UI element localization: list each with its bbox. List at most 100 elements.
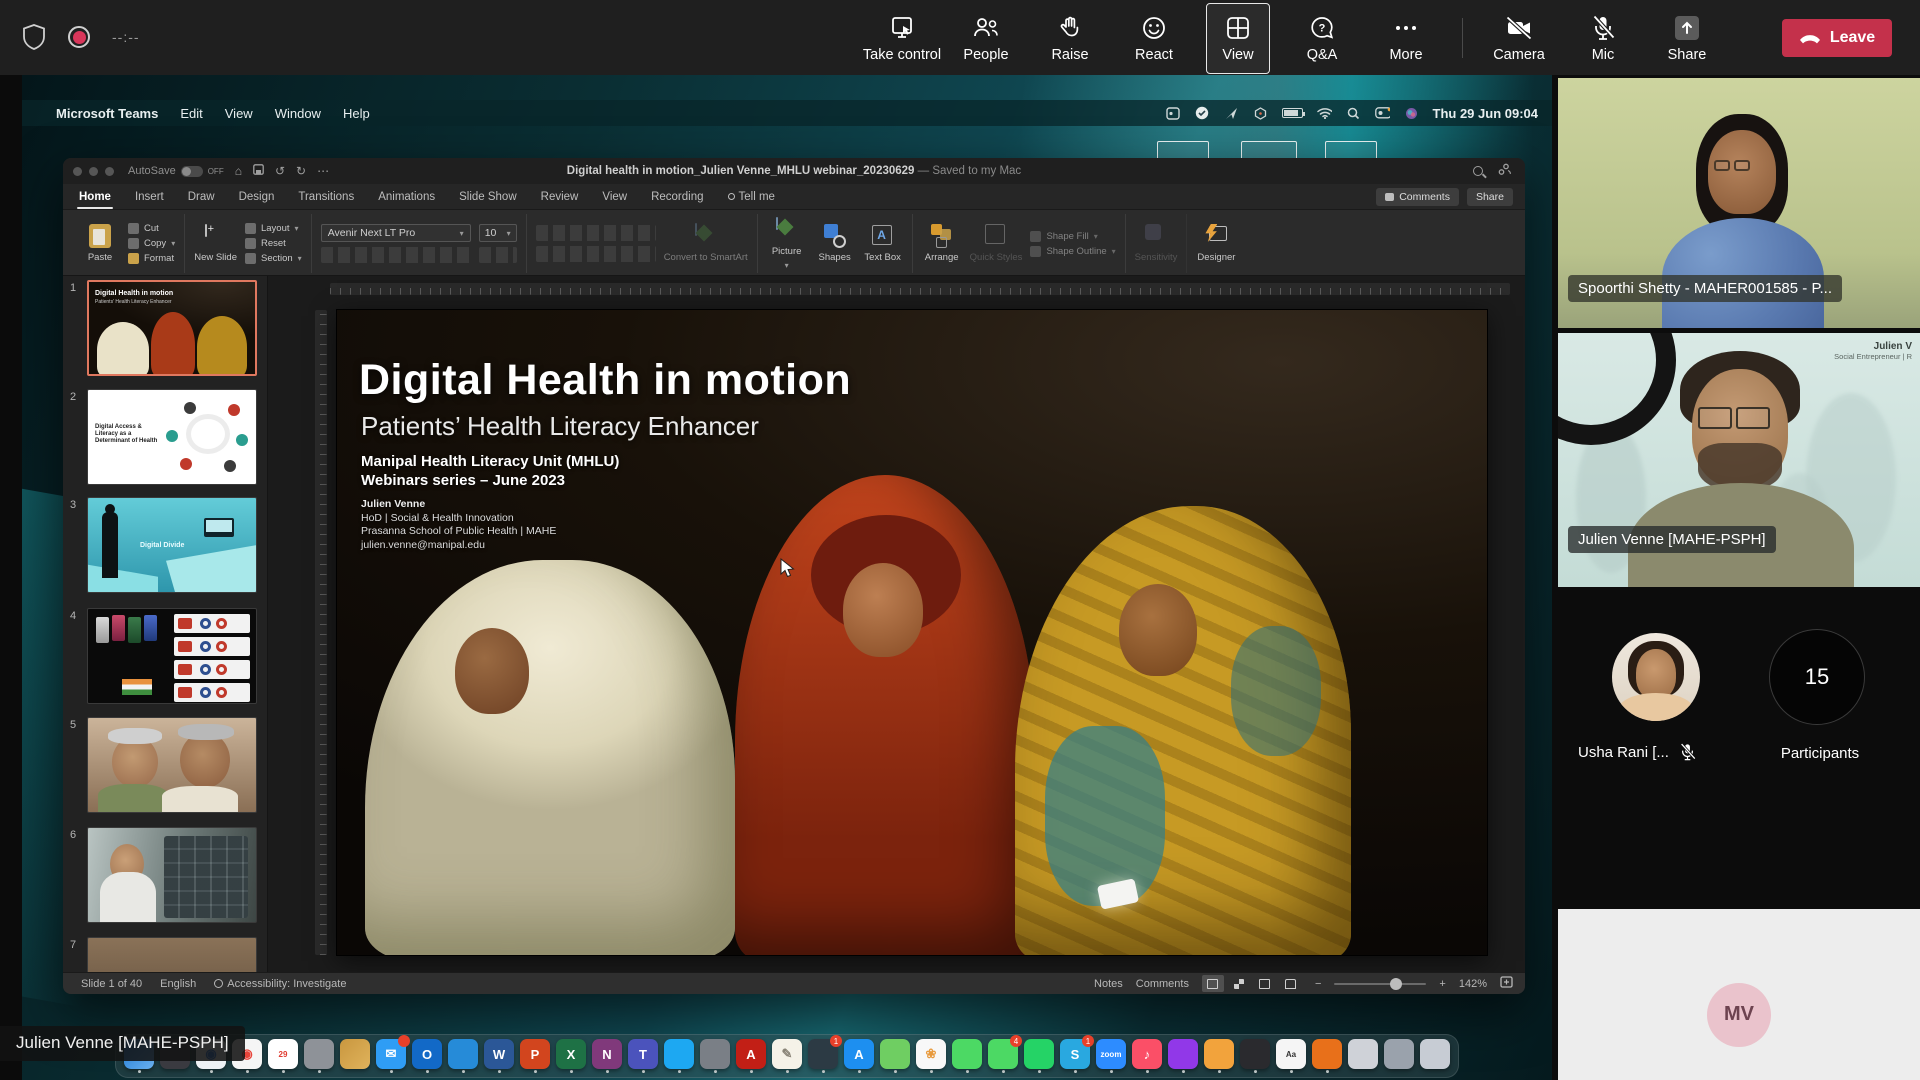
tab-design[interactable]: Design [237, 187, 277, 207]
picture-button[interactable]: Picture▾ [767, 218, 807, 270]
photos-icon[interactable]: ❀ [916, 1039, 946, 1069]
acrobat-icon[interactable]: A [736, 1039, 766, 1069]
slide-thumbnail-6[interactable] [87, 827, 257, 923]
titlebar-more-icon[interactable]: ⋯ [317, 164, 329, 178]
tab-transitions[interactable]: Transitions [296, 187, 356, 207]
slide-counter[interactable]: Slide 1 of 40 [81, 978, 142, 990]
zoom-in-button[interactable]: + [1439, 978, 1445, 990]
shape-fill-button[interactable]: Shape Fill▾ [1030, 231, 1115, 242]
folder-icon[interactable] [340, 1039, 370, 1069]
zoom-slider[interactable] [1334, 983, 1426, 985]
titlebar-share-icon[interactable] [1497, 163, 1511, 179]
clock-icon[interactable] [304, 1039, 334, 1069]
window-traffic-lights[interactable] [73, 167, 114, 176]
slide-canvas[interactable]: Digital Health in motion Patients’ Healt… [337, 310, 1487, 955]
text-box-button[interactable]: AText Box [863, 225, 903, 263]
accessibility-status[interactable]: Accessibility: Investigate [214, 978, 346, 990]
redo-icon[interactable]: ↻ [296, 164, 306, 178]
avatar-usha[interactable] [1612, 633, 1700, 721]
convert-smartart-button[interactable]: Convert to SmartArt [664, 224, 748, 263]
menu-help[interactable]: Help [343, 106, 370, 121]
video-tile-julien[interactable]: Julien V Social Entrepreneur | R Julien … [1558, 333, 1920, 587]
siri-icon[interactable] [1404, 107, 1419, 120]
app-menu[interactable]: Microsoft Teams [56, 106, 158, 121]
menu-window[interactable]: Window [275, 106, 321, 121]
zoom-icon[interactable]: zoom [1096, 1039, 1126, 1069]
slideshow-button[interactable] [1280, 975, 1302, 992]
firefox-icon[interactable] [1312, 1039, 1342, 1069]
comments-button[interactable]: Comments [1376, 188, 1459, 206]
fonts-icon[interactable]: Aa [1276, 1039, 1306, 1069]
menu-view[interactable]: View [225, 106, 253, 121]
take-control-button[interactable]: Take control [860, 3, 944, 74]
tab-animations[interactable]: Animations [376, 187, 437, 207]
normal-view-button[interactable] [1202, 975, 1224, 992]
excel-icon[interactable]: X [556, 1039, 586, 1069]
font-size-select[interactable]: 10▾ [479, 224, 517, 242]
tab-view[interactable]: View [600, 187, 629, 207]
view-button[interactable]: View [1206, 3, 1270, 74]
music-icon[interactable]: ♪ [1132, 1039, 1162, 1069]
shape-outline-button[interactable]: Shape Outline▾ [1030, 246, 1115, 257]
tab-recording[interactable]: Recording [649, 187, 705, 207]
shapes-button[interactable]: Shapes [815, 224, 855, 263]
box-status-icon[interactable] [1253, 107, 1268, 120]
whatsapp-icon[interactable] [1024, 1039, 1054, 1069]
design-app-icon[interactable] [1204, 1039, 1234, 1069]
keynote-icon[interactable] [664, 1039, 694, 1069]
camera-button[interactable]: Camera [1477, 3, 1561, 74]
participant-count-circle[interactable]: 15 [1769, 629, 1865, 725]
location-status-icon[interactable] [1224, 107, 1239, 120]
people-button[interactable]: People [944, 3, 1028, 74]
fit-slide-button[interactable] [1500, 976, 1513, 991]
mic-button[interactable]: Mic [1561, 3, 1645, 74]
undo-icon[interactable]: ↺ [275, 164, 285, 178]
leave-button[interactable]: Leave [1782, 19, 1892, 57]
podcasts-icon[interactable] [1168, 1039, 1198, 1069]
paste-button[interactable]: Paste [80, 224, 120, 263]
tab-insert[interactable]: Insert [133, 187, 166, 207]
settings-icon[interactable]: 1 [808, 1039, 838, 1069]
video-tile-mv[interactable]: MV [1558, 909, 1920, 1080]
home-icon[interactable]: ⌂ [235, 164, 242, 178]
tab-home[interactable]: Home [77, 187, 113, 207]
zoom-out-button[interactable]: − [1315, 978, 1321, 990]
slide-thumbnail-4[interactable] [87, 608, 257, 704]
slide-thumbnail-3[interactable]: Digital Divide [87, 497, 257, 593]
layout-button[interactable]: Layout▾ [245, 223, 302, 234]
appstore-icon[interactable]: A [844, 1039, 874, 1069]
slide-thumbnail-2[interactable]: Digital Access & Literacy as a Determina… [87, 389, 257, 485]
wifi-icon[interactable] [1317, 107, 1332, 120]
tab-draw[interactable]: Draw [186, 187, 217, 207]
word-icon[interactable]: W [484, 1039, 514, 1069]
save-icon[interactable] [253, 164, 264, 178]
quick-styles-button[interactable]: Quick Styles [970, 224, 1023, 263]
skype-icon[interactable]: S1 [1060, 1039, 1090, 1069]
format-painter-button[interactable]: Format [128, 253, 175, 264]
teams-icon[interactable]: T [628, 1039, 658, 1069]
sensitivity-button[interactable]: Sensitivity [1135, 224, 1178, 263]
zoom-percent[interactable]: 142% [1459, 978, 1487, 990]
onenote-icon[interactable]: N [592, 1039, 622, 1069]
video-tile-spoorthi[interactable]: Spoorthi Shetty - MAHER001585 - P... [1558, 78, 1920, 328]
maps-icon[interactable] [880, 1039, 910, 1069]
app-status-icon[interactable] [1166, 107, 1181, 120]
status-comments-button[interactable]: Comments [1136, 978, 1189, 990]
trello-icon[interactable] [448, 1039, 478, 1069]
copy-button[interactable]: Copy▾ [128, 238, 175, 249]
autosave-toggle[interactable]: AutoSave OFF [128, 165, 224, 177]
downloads-icon[interactable] [1384, 1039, 1414, 1069]
screenshot-icon[interactable] [700, 1039, 730, 1069]
ppt-share-button[interactable]: Share [1467, 188, 1513, 206]
mail-icon[interactable]: ✉ [376, 1039, 406, 1069]
paragraph-buttons-top[interactable] [536, 225, 656, 241]
slide-thumbnail-7[interactable] [87, 937, 257, 972]
vertical-ruler[interactable] [315, 310, 327, 955]
notes-button[interactable]: Notes [1094, 978, 1123, 990]
cut-button[interactable]: Cut [128, 223, 175, 234]
tab-tell-me[interactable]: Tell me [726, 187, 777, 207]
raise-hand-button[interactable]: Raise [1028, 3, 1112, 74]
paragraph-buttons-bottom[interactable] [536, 246, 656, 262]
battery-icon[interactable] [1282, 108, 1303, 118]
font-name-select[interactable]: Avenir Next LT Pro▾ [321, 224, 471, 242]
